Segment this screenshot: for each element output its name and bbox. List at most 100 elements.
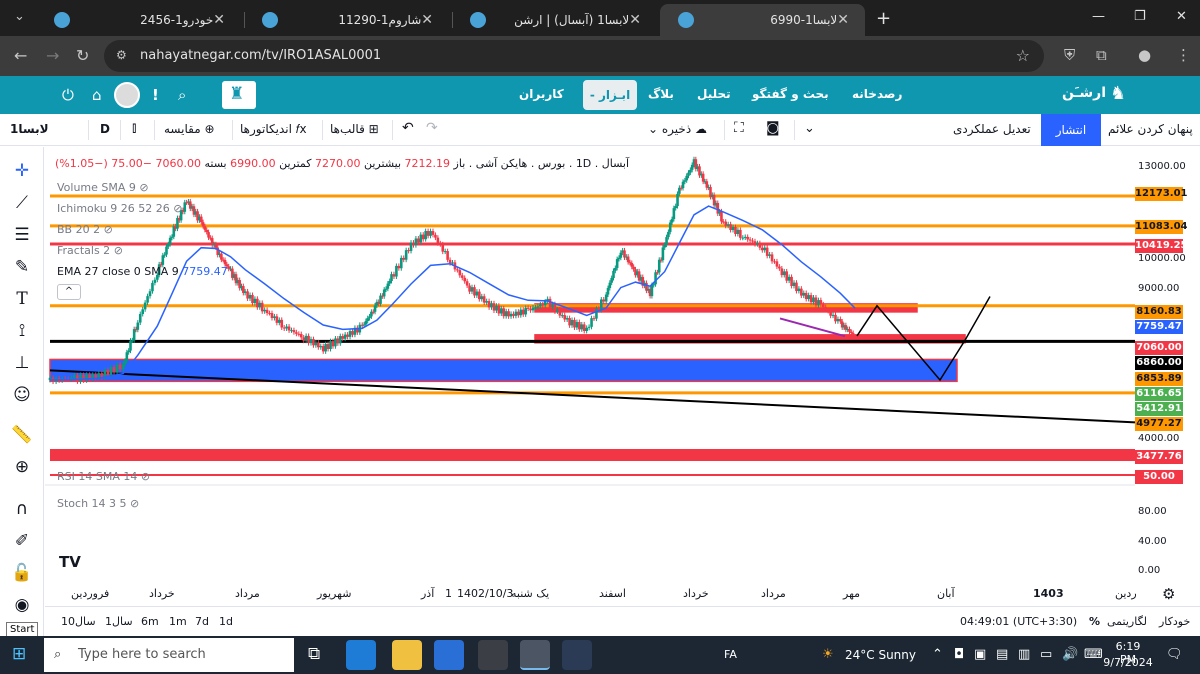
alert-icon[interactable]: ! bbox=[152, 86, 159, 104]
tray-app-icon[interactable]: ▣ bbox=[974, 647, 986, 662]
weather-sun-icon[interactable]: ☀ bbox=[822, 647, 834, 662]
volume-icon[interactable]: 🔊 bbox=[1062, 647, 1078, 662]
study-bb[interactable]: BB 20 2 ⊘ bbox=[57, 223, 113, 236]
chrome-profile-icon[interactable] bbox=[478, 640, 508, 670]
tray-app-icon[interactable]: ▤ bbox=[996, 647, 1008, 662]
eye-off-icon[interactable]: ⊘ bbox=[141, 470, 150, 483]
chevron-down-icon[interactable]: ⌄ bbox=[804, 121, 815, 136]
tab-search-icon[interactable]: ⌄ bbox=[14, 9, 25, 24]
pattern-icon[interactable]: ⟟ bbox=[10, 319, 34, 343]
range-1d[interactable]: 1d bbox=[219, 615, 233, 628]
eye-off-icon[interactable]: ⊘ bbox=[139, 181, 148, 194]
notification-icon[interactable]: 🗨 bbox=[1166, 647, 1183, 662]
close-icon[interactable]: ✕ bbox=[421, 12, 433, 28]
range-10y[interactable]: 10سال bbox=[61, 615, 96, 628]
range-7d[interactable]: 7d bbox=[195, 615, 209, 628]
profile-icon[interactable]: ● bbox=[1138, 46, 1151, 64]
lock-icon[interactable]: 🔓 bbox=[10, 561, 34, 585]
file-explorer-icon[interactable] bbox=[392, 640, 422, 670]
camera-icon[interactable]: ◙ bbox=[766, 120, 780, 136]
performance-button[interactable]: تعدیل عملکردی bbox=[953, 122, 1031, 136]
brand-logo[interactable]: ارشـَن bbox=[1062, 85, 1106, 101]
forward-icon[interactable]: → bbox=[46, 46, 59, 65]
taskbar-search-input[interactable]: ⌕ Type here to search bbox=[44, 638, 294, 672]
chrome-icon[interactable] bbox=[520, 640, 550, 670]
close-icon[interactable]: ✕ bbox=[837, 12, 849, 28]
candle-style-icon[interactable]: ⫾ bbox=[132, 120, 136, 136]
range-1m[interactable]: 1m bbox=[169, 615, 187, 628]
crosshair-icon[interactable]: ✛ bbox=[10, 159, 34, 183]
mail-icon[interactable] bbox=[434, 640, 464, 670]
menu-discussion[interactable]: بحث و گفتگو bbox=[752, 87, 829, 101]
study-ema[interactable]: EMA 27 close 0 SMA 9 7759.47 bbox=[57, 265, 228, 278]
shield-extension-icon[interactable]: ⛨ bbox=[1064, 46, 1075, 64]
eye-off-icon[interactable]: ⊘ bbox=[130, 497, 139, 510]
study-rsi[interactable]: RSI 14 SMA 14 ⊘ bbox=[57, 470, 150, 483]
percent-toggle[interactable]: % bbox=[1089, 615, 1100, 628]
auto-toggle[interactable]: خودکار bbox=[1159, 615, 1190, 628]
network-icon[interactable]: ▭ bbox=[1040, 647, 1052, 662]
menu-users[interactable]: کاربران bbox=[519, 87, 564, 101]
ruler-icon[interactable]: 📏 bbox=[10, 423, 34, 447]
range-6m[interactable]: 6m bbox=[141, 615, 159, 628]
fib-tools-icon[interactable]: ☰ bbox=[10, 223, 34, 247]
minimize-icon[interactable]: — bbox=[1092, 9, 1105, 24]
close-icon[interactable]: ✕ bbox=[213, 12, 225, 28]
save-button[interactable]: ☁ ذخیره ⌄ bbox=[648, 122, 707, 136]
tray-chevron-icon[interactable]: ⌃ bbox=[932, 647, 943, 662]
close-icon[interactable]: ✕ bbox=[629, 12, 641, 28]
menu-tools[interactable]: ابـزار - bbox=[583, 80, 637, 110]
tab-khodro[interactable]: ✕ خودرو1-2456 bbox=[36, 4, 241, 36]
reload-icon[interactable]: ↻ bbox=[76, 46, 89, 65]
eye-off-icon[interactable]: ⊘ bbox=[114, 244, 123, 257]
zoom-in-icon[interactable]: ⊕ bbox=[10, 455, 34, 479]
range-1y[interactable]: 1سال bbox=[105, 615, 133, 628]
clock-date[interactable]: 9/7/2024 bbox=[1100, 656, 1156, 669]
utc-clock[interactable]: 04:49:01 (UTC+3:30) bbox=[960, 615, 1077, 628]
tab-sharoom[interactable]: ✕ شاروم1-11290 bbox=[244, 4, 449, 36]
redo-icon[interactable]: ↷ bbox=[426, 120, 438, 136]
compare-button[interactable]: ⊕ مقایسه bbox=[164, 122, 215, 136]
trend-line-icon[interactable]: ⟋ bbox=[10, 191, 34, 215]
window-close-icon[interactable]: ✕ bbox=[1176, 9, 1187, 24]
power-icon[interactable]: ⏻ bbox=[62, 86, 74, 104]
templates-button[interactable]: ⊞ قالب‌ها bbox=[330, 122, 379, 136]
lock-pencil-icon[interactable]: ✐ bbox=[10, 529, 34, 553]
weather-text[interactable]: 24°C Sunny bbox=[845, 648, 916, 662]
bookmark-star-icon[interactable]: ☆ bbox=[1016, 46, 1030, 65]
edge-icon[interactable] bbox=[346, 640, 376, 670]
interval-button[interactable]: D bbox=[100, 122, 110, 136]
eye-icon[interactable]: ◉ bbox=[10, 593, 34, 617]
menu-blog[interactable]: بلاگ bbox=[648, 87, 674, 101]
study-stoch[interactable]: Stoch 14 3 5 ⊘ bbox=[57, 497, 139, 510]
eye-off-icon[interactable]: ⊘ bbox=[104, 223, 113, 236]
language-indicator[interactable]: FA bbox=[724, 648, 737, 661]
search-icon[interactable]: ⌕ bbox=[178, 86, 186, 104]
address-input[interactable]: ⚙ nahayatnegar.com/tv/IRO1ASAL0001 ☆ bbox=[104, 40, 1044, 72]
tray-app-icon[interactable]: ▥ bbox=[1018, 647, 1030, 662]
hide-markers-button[interactable]: پنهان کردن علائم bbox=[1108, 122, 1193, 136]
emoji-icon[interactable]: ☺ bbox=[10, 383, 34, 407]
menu-analysis[interactable]: تحلیل bbox=[697, 87, 731, 101]
avatar[interactable] bbox=[114, 82, 140, 108]
windows-start-icon[interactable]: ⊞ bbox=[12, 644, 26, 664]
undo-icon[interactable]: ↶ bbox=[402, 120, 414, 136]
symbol-search[interactable]: لابسا1 bbox=[10, 122, 49, 136]
brush-icon[interactable]: ✎ bbox=[10, 255, 34, 279]
fullscreen-icon[interactable]: ⛶ bbox=[734, 120, 744, 136]
site-info-icon[interactable]: ⚙ bbox=[116, 48, 127, 62]
tradingview-logo[interactable]: TV bbox=[59, 553, 81, 571]
home-icon[interactable]: ⌂ bbox=[92, 86, 102, 104]
text-tool-icon[interactable]: T bbox=[10, 287, 34, 311]
restore-icon[interactable]: ❐ bbox=[1134, 9, 1146, 24]
back-icon[interactable]: ← bbox=[14, 46, 27, 65]
gear-icon[interactable]: ⚙ bbox=[1162, 585, 1175, 603]
publish-button[interactable]: انتشار bbox=[1041, 114, 1101, 146]
new-tab-button[interactable]: + bbox=[876, 8, 891, 29]
measure-icon[interactable]: ⊥ bbox=[10, 351, 34, 375]
tray-app-icon[interactable]: ◘ bbox=[954, 647, 964, 662]
tab-labsa-chart[interactable]: ✕ لابسا1-6990 bbox=[660, 4, 865, 36]
study-ichimoku[interactable]: Ichimoku 9 26 52 26 ⊘ bbox=[57, 202, 182, 215]
study-fractals[interactable]: Fractals 2 ⊘ bbox=[57, 244, 123, 257]
collapse-legend-button[interactable]: ^ bbox=[57, 284, 81, 300]
